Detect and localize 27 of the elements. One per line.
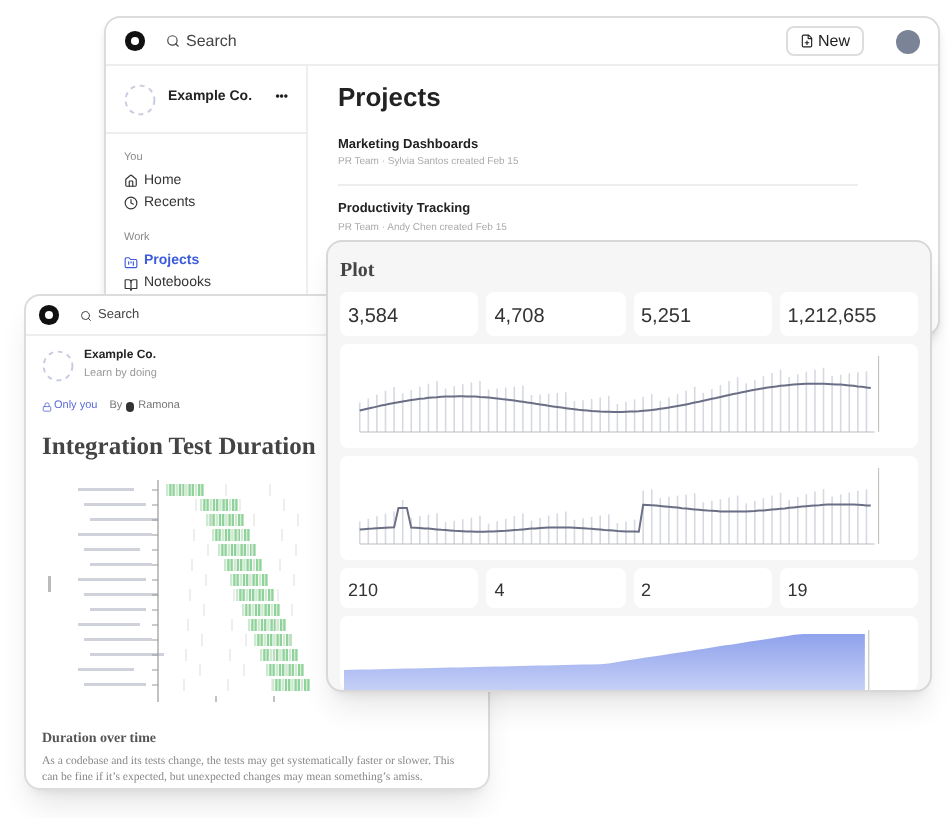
search-icon [80, 309, 92, 321]
new-file-icon [799, 34, 814, 48]
home-icon [124, 174, 138, 189]
stat-card: 4 [486, 568, 625, 608]
logo-icon [38, 304, 60, 326]
axis-label-drawing [48, 576, 51, 593]
stat-card: 19 [779, 568, 918, 608]
notebook-title: Integration Test Duration [42, 429, 318, 464]
user-avatar-icon[interactable] [896, 29, 920, 53]
stat-card: 2 [633, 568, 772, 608]
stat-card: 210 [340, 568, 479, 608]
workspace-avatar-icon [42, 349, 74, 382]
stat-card: 3,584 [340, 292, 479, 336]
page-title: Projects [338, 80, 443, 116]
author-icon [126, 401, 135, 412]
stat-card: 5,251 [633, 292, 772, 336]
search-icon [166, 34, 180, 48]
logo-icon [124, 30, 146, 52]
book-icon [124, 277, 138, 291]
stat-card: 4,708 [486, 292, 625, 336]
folder-icon [124, 255, 138, 269]
plot-title: Plot [340, 258, 377, 284]
workspace-avatar-icon [124, 83, 156, 115]
stat-card: 1,212,655 [779, 292, 918, 336]
new-button[interactable]: New [785, 26, 864, 56]
clock-icon [124, 196, 138, 211]
search-field[interactable]: Search [166, 29, 237, 53]
